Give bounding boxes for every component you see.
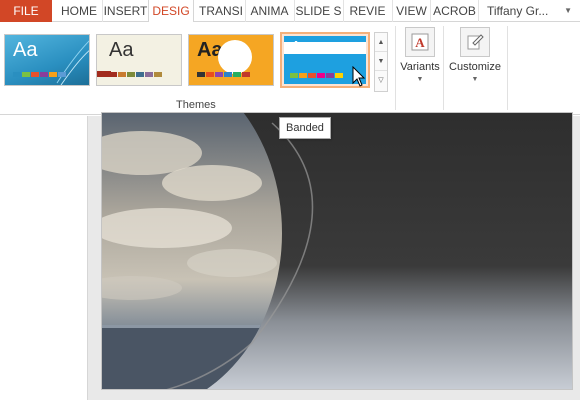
customize-label: Customize [449,61,501,73]
theme-thumbnail-1[interactable]: Aa [4,34,90,86]
tab-acrobat[interactable]: ACROB [430,0,478,22]
theme-thumbnail-2[interactable]: Aa [96,34,182,86]
theme-preview-text: Aa [290,38,313,58]
theme-preview-text: Aa [109,39,134,61]
chevron-down-icon: ▼ [416,76,424,83]
ribbon-tab-bar: FILE HOME INSERT DESIG TRANSI ANIMA SLID… [0,0,580,23]
theme-color-swatches [197,72,250,77]
user-account[interactable]: Tiffany Gr... ▼ [478,0,580,22]
slide-canvas[interactable] [101,112,573,390]
mouse-pointer-icon [352,65,366,93]
svg-text:A: A [415,35,425,50]
customize-button[interactable]: Customize ▼ [445,27,505,83]
customize-icon [460,27,490,57]
ribbon-design: Aa Aa Aa Aa ▲ ▼ ▽ Themes A Variants ▼ Cu… [0,22,580,115]
tab-insert[interactable]: INSERT [102,0,148,22]
theme-thumbnail-3[interactable]: Aa [188,34,274,86]
tab-design[interactable]: DESIG [148,0,194,23]
chevron-down-icon: ▼ [564,6,572,15]
variants-button[interactable]: A Variants ▼ [397,27,443,83]
theme-color-swatches [109,72,162,77]
theme-swoosh-decoration [56,40,89,85]
group-divider [507,26,508,110]
tab-view[interactable]: VIEW [392,0,430,22]
themes-group-label: Themes [176,99,216,111]
tab-home[interactable]: HOME [56,0,102,22]
themes-gallery: Aa Aa Aa Aa [0,30,372,106]
slide-thumbnail-pane[interactable] [0,116,88,400]
tab-animations[interactable]: ANIMA [245,0,293,22]
variants-icon: A [405,27,435,57]
variants-label: Variants [400,61,440,73]
gallery-scroll-up-icon[interactable]: ▲ [375,33,387,52]
chevron-down-icon: ▼ [471,76,479,83]
themes-gallery-scroller: ▲ ▼ ▽ [374,32,388,92]
theme-circle-decoration [218,40,252,74]
group-divider [443,26,444,110]
user-name: Tiffany Gr... [487,4,549,18]
slide-background-image [102,113,572,389]
theme-tooltip: Banded [279,117,331,139]
gallery-scroll-down-icon[interactable]: ▼ [375,52,387,71]
group-divider [395,26,396,110]
tab-file[interactable]: FILE [0,0,52,22]
theme-color-swatches [13,72,66,77]
theme-color-swatches [290,73,343,78]
gallery-more-icon[interactable]: ▽ [375,71,387,90]
tab-transitions[interactable]: TRANSI [198,0,244,22]
tab-slideshow[interactable]: SLIDE S [294,0,342,22]
tab-review[interactable]: REVIE [343,0,391,22]
